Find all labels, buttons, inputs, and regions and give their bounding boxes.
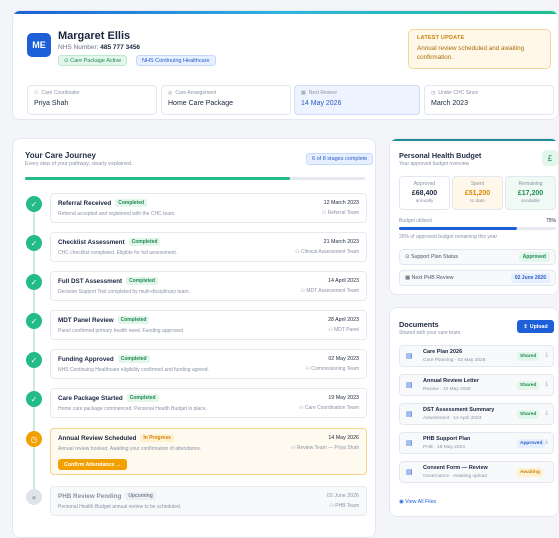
pound-icon: £ xyxy=(542,150,558,166)
download-icon[interactable]: ⤓ xyxy=(545,381,548,388)
latest-update-panel: LATEST UPDATE Annual review scheduled an… xyxy=(408,29,551,69)
check-icon: ✓ xyxy=(26,313,42,329)
upload-button[interactable]: ⇪ Upload xyxy=(517,320,554,333)
file-icon: ▤ xyxy=(406,382,413,389)
care-package-chip: ⊙ Care Package Active xyxy=(58,55,128,66)
confirm-attendance-button[interactable]: Confirm Attendance → xyxy=(58,459,128,470)
budget-subtitle: Your approved budget overview xyxy=(399,161,470,167)
budget-utilised-bar xyxy=(399,227,556,230)
calendar-icon: ▦ xyxy=(405,275,411,281)
support-plan-status-row[interactable]: ⊙ Support Plan Status Approved xyxy=(399,249,556,265)
status-badge: Shared xyxy=(517,381,540,390)
calendar-icon: ▦ xyxy=(301,90,306,96)
status-badge: Shared xyxy=(517,410,540,419)
status-badge: Completed xyxy=(117,316,150,324)
latest-update-title: LATEST UPDATE xyxy=(417,35,465,41)
budget-utilised-label: Budget utilised 75% xyxy=(399,218,556,224)
care-journey-card: Your Care Journey Every step of your pat… xyxy=(12,138,376,538)
patient-header-card: ME Margaret Ellis NHS Number: 485 777 34… xyxy=(12,10,559,120)
download-icon[interactable]: ⤓ xyxy=(545,410,548,417)
download-icon[interactable]: ⤓ xyxy=(545,439,548,446)
document-row[interactable]: ▤ Consent Form — Review Governance · Awa… xyxy=(399,461,554,483)
clock-icon: ◷ xyxy=(26,431,42,447)
file-icon: ▤ xyxy=(406,411,413,418)
file-icon: ▤ xyxy=(406,353,413,360)
date-badge: 02 June 2026 xyxy=(510,273,550,283)
file-icon: ▤ xyxy=(406,440,413,447)
personal-health-budget-card: Personal Health Budget Your approved bud… xyxy=(389,138,559,295)
journey-progress-bar xyxy=(25,177,365,180)
document-row[interactable]: ▤ Annual Review Letter Review · 10 May 2… xyxy=(399,374,554,396)
status-badge: Completed xyxy=(126,277,158,285)
clock-icon: ◷ xyxy=(431,90,436,96)
status-badge: Upcoming xyxy=(125,492,156,500)
status-badge: Shared xyxy=(517,352,540,361)
location-icon: ◎ xyxy=(168,90,173,96)
chc-since-card: ◷ Under CHC Since March 2023 xyxy=(424,85,554,115)
spent-stat: Spent £51,200 to date xyxy=(452,176,503,210)
journey-step[interactable]: Funding Approved Completed NHS Continuing… xyxy=(50,349,367,379)
status-badge: Approved xyxy=(518,252,550,262)
next-review-card[interactable]: ▦ Next Review 14 May 2026 xyxy=(294,85,420,115)
journey-step-upcoming[interactable]: PHB Review Pending Upcoming Personal Heal… xyxy=(50,486,367,516)
view-all-files-link[interactable]: ◉ View All Files xyxy=(399,499,436,505)
check-icon: ✓ xyxy=(26,352,42,368)
chc-chip: NHS Continuing Healthcare xyxy=(136,55,216,66)
nhs-number: NHS Number: 485 777 3456 xyxy=(58,44,141,51)
journey-step[interactable]: Care Package Started Completed Home care … xyxy=(50,388,367,418)
document-row[interactable]: ▤ Care Plan 2026 Care Planning · 02 May … xyxy=(399,345,554,367)
check-icon: ✓ xyxy=(26,391,42,407)
journey-subtitle: Every step of your pathway, clearly expl… xyxy=(25,161,133,167)
status-badge: Completed xyxy=(128,238,161,246)
stages-badge: 6 of 8 stages complete xyxy=(306,153,374,165)
journey-step[interactable]: MDT Panel Review Completed Panel confirme… xyxy=(50,310,367,340)
user-icon: ⚇ xyxy=(34,90,39,96)
journey-title: Your Care Journey xyxy=(25,151,96,160)
download-icon[interactable]: ⤓ xyxy=(545,352,548,359)
status-badge: Approved xyxy=(517,439,546,448)
status-badge: Awaiting xyxy=(517,468,543,477)
care-coordinator-card: ⚇ Care Coordinator Priya Shah xyxy=(27,85,157,115)
journey-step-current[interactable]: Annual Review Scheduled In Progress Annua… xyxy=(50,428,367,475)
check-icon: ✓ xyxy=(26,196,42,212)
avatar: ME xyxy=(27,33,51,57)
journey-step[interactable]: Referral Received Completed Referral acce… xyxy=(50,193,367,223)
check-circle-icon: ⊙ xyxy=(405,254,410,260)
status-badge: Completed xyxy=(115,199,148,207)
status-badge: In Progress xyxy=(140,434,174,442)
status-badge: Completed xyxy=(126,394,159,402)
upload-icon: ⇪ xyxy=(523,323,528,330)
check-icon: ✓ xyxy=(26,235,42,251)
document-row[interactable]: ▤ DST Assessment Summary Assessment · 14… xyxy=(399,403,554,425)
budget-title: Personal Health Budget xyxy=(399,151,482,160)
journey-step[interactable]: Full DST Assessment Completed Decision Su… xyxy=(50,271,367,301)
file-icon: ▤ xyxy=(406,469,413,476)
documents-card: Documents Shared with your care team. ⇪ U… xyxy=(389,307,559,517)
status-badge: Completed xyxy=(117,355,150,363)
latest-update-text: Annual review scheduled and awaiting con… xyxy=(417,45,525,61)
documents-subtitle: Shared with your care team. xyxy=(399,330,462,336)
patient-name: Margaret Ellis xyxy=(58,30,131,42)
documents-title: Documents xyxy=(399,320,439,329)
header-accent-bar xyxy=(13,11,558,14)
budget-note: 25% of approved budget remaining this ye… xyxy=(399,234,498,240)
pending-dot-icon: ● xyxy=(26,489,42,505)
journey-step[interactable]: Checklist Assessment Completed CHC checkl… xyxy=(50,232,367,262)
next-phb-review-row[interactable]: ▦ Next PHB Review 02 June 2026 xyxy=(399,270,556,286)
remaining-stat: Remaining £17,200 available xyxy=(505,176,556,210)
approved-stat: Approved £68,400 annually xyxy=(399,176,450,210)
care-arrangement-card: ◎ Care Arrangement Home Care Package xyxy=(161,85,291,115)
document-row[interactable]: ▤ PHB Support Plan PHB · 19 May 2023 App… xyxy=(399,432,554,454)
check-icon: ✓ xyxy=(26,274,42,290)
